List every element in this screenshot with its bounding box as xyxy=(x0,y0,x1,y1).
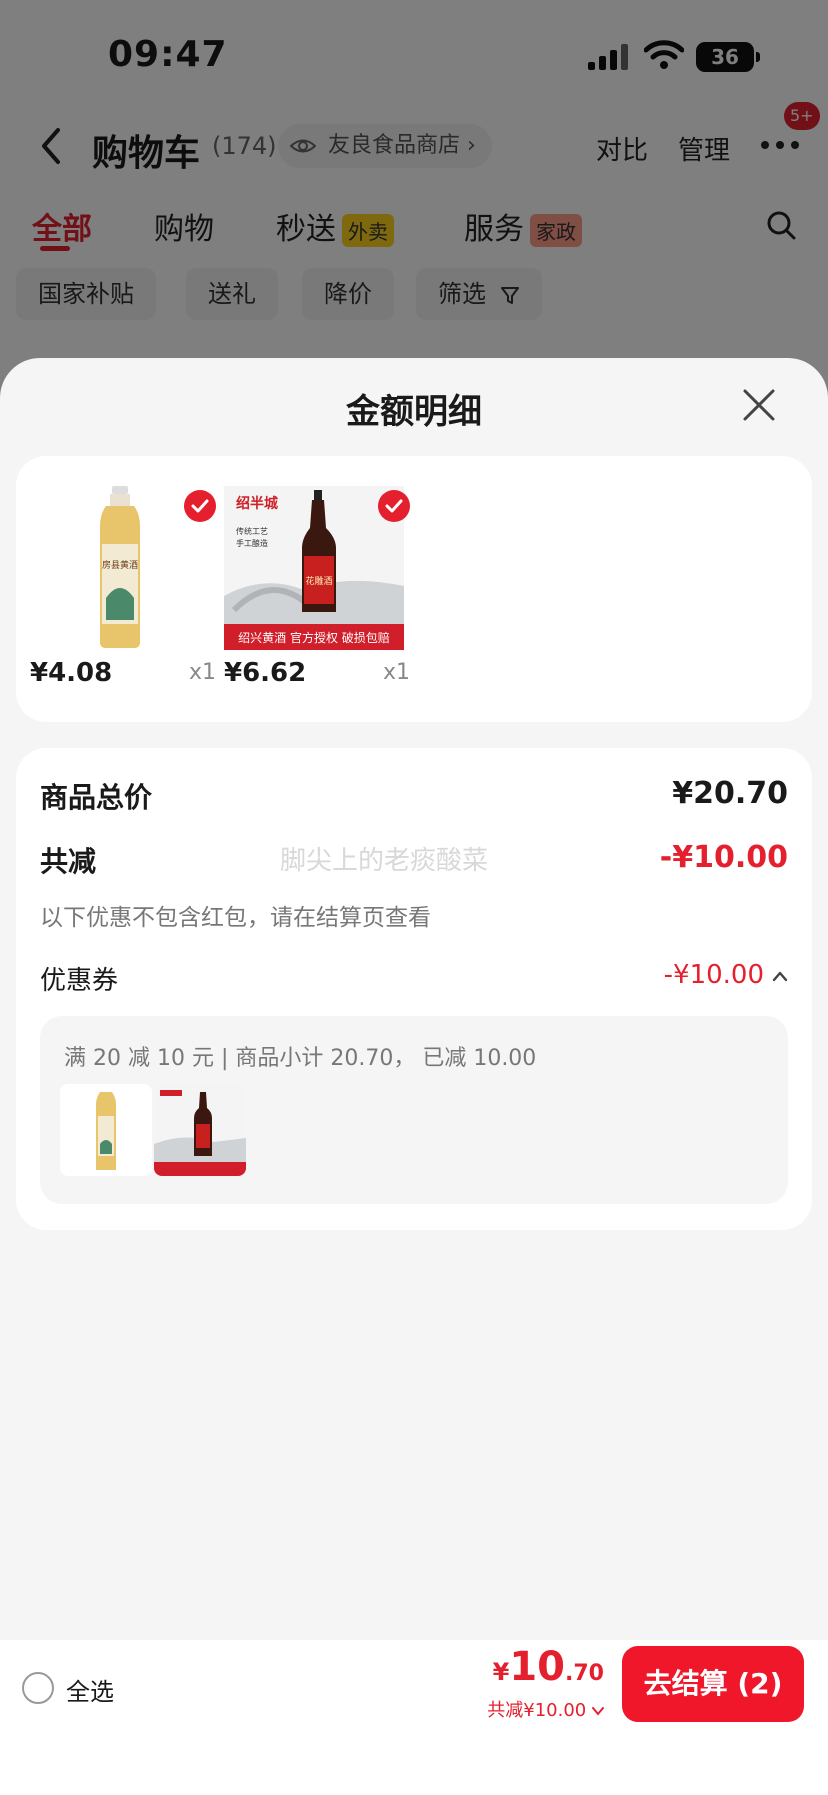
svg-text:绍半城: 绍半城 xyxy=(236,495,278,512)
select-all-label[interactable]: 全选 xyxy=(66,1672,114,1707)
total-label: 商品总价 xyxy=(40,781,153,814)
coupon-description: 满 20 减 10 元 | 商品小计 20.70， 已减 10.00 xyxy=(64,1046,537,1071)
product-item[interactable]: 绍半城 传统工艺 手工酿造 花雕酒 绍兴黄酒 官方授权 破损包赔 ¥6.62 x… xyxy=(224,486,410,706)
price-decimal: .70 xyxy=(565,1661,604,1686)
chevron-down-icon xyxy=(592,1707,604,1716)
product-item[interactable]: 房县黄酒 ¥4.08 x1 xyxy=(30,486,216,706)
discount-summary[interactable]: 共减¥10.00 xyxy=(487,1696,604,1722)
watermark-text: 脚尖上的老痰酸菜 xyxy=(280,846,489,876)
price-breakdown: 商品总价 ¥20.70 脚尖上的老痰酸菜 共减 -¥10.00 以下优惠不包含红… xyxy=(16,748,812,1230)
product-price: ¥6.62 xyxy=(224,658,307,688)
select-all-radio[interactable] xyxy=(22,1672,54,1704)
reduce-value: -¥10.00 xyxy=(659,840,788,875)
svg-text:花雕酒: 花雕酒 xyxy=(305,575,332,587)
discount-text: 共减¥10.00 xyxy=(487,1700,587,1721)
checked-icon[interactable] xyxy=(378,490,410,522)
discount-note: 以下优惠不包含红包，请在结算页查看 xyxy=(40,905,431,931)
amount-detail-sheet: 金额明细 房县黄酒 ¥4.08 x1 绍半城 传统工艺 手工酿造 花雕酒 绍兴黄… xyxy=(0,358,828,1795)
price-integer: 10 xyxy=(509,1644,566,1690)
sheet-title: 金额明细 xyxy=(346,392,482,432)
reduce-label: 共减 xyxy=(40,845,97,878)
checked-icon[interactable] xyxy=(184,490,216,522)
product-quantity: x1 xyxy=(382,660,410,685)
coupon-detail: 满 20 减 10 元 | 商品小计 20.70， 已减 10.00 xyxy=(40,1016,788,1204)
svg-text:房县黄酒: 房县黄酒 xyxy=(102,559,138,571)
product-price: ¥4.08 xyxy=(30,658,113,688)
home-indicator-area xyxy=(0,1734,828,1795)
product-image: 绍半城 传统工艺 手工酿造 花雕酒 绍兴黄酒 官方授权 破损包赔 xyxy=(224,486,404,650)
selected-products: 房县黄酒 ¥4.08 x1 绍半城 传统工艺 手工酿造 花雕酒 绍兴黄酒 官方授… xyxy=(16,456,812,722)
product-quantity: x1 xyxy=(188,660,216,685)
total-price: ¥10.70 xyxy=(493,1644,604,1690)
checkout-bar: 全选 ¥10.70 共减¥10.00 去结算 (2) xyxy=(0,1640,828,1734)
coupon-product-thumb xyxy=(154,1084,246,1176)
svg-text:手工酿造: 手工酿造 xyxy=(236,538,268,548)
currency-symbol: ¥ xyxy=(492,1658,510,1686)
coupon-label: 优惠券 xyxy=(40,966,119,996)
product-image: 房县黄酒 xyxy=(30,486,210,650)
coupon-value[interactable]: -¥10.00 xyxy=(664,960,764,990)
total-value: ¥20.70 xyxy=(672,776,788,811)
checkout-button[interactable]: 去结算 (2) xyxy=(622,1646,804,1722)
chevron-up-icon[interactable] xyxy=(772,970,788,982)
close-icon[interactable] xyxy=(742,388,776,422)
coupon-product-thumb xyxy=(60,1084,152,1176)
svg-text:传统工艺: 传统工艺 xyxy=(236,526,268,536)
svg-text:绍兴黄酒 官方授权 破损包赔: 绍兴黄酒 官方授权 破损包赔 xyxy=(238,630,390,645)
